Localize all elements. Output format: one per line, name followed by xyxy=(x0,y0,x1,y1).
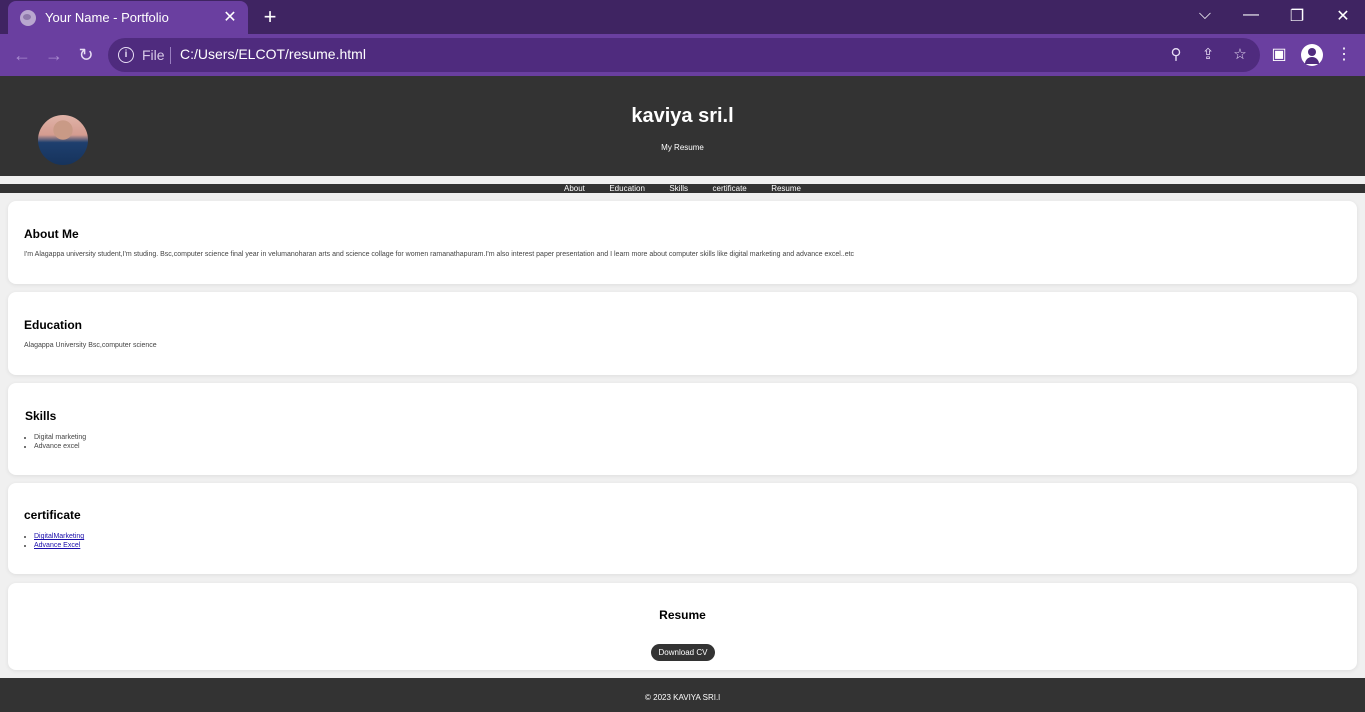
reload-icon[interactable]: ↻ xyxy=(75,44,97,66)
tab-close-icon[interactable]: ✕ xyxy=(222,9,238,26)
education-section: Education Alagappa University Bsc,comput… xyxy=(8,292,1357,375)
side-panel-icon[interactable]: ▣ xyxy=(1269,45,1289,65)
browser-tab[interactable]: Your Name - Portfolio ✕ xyxy=(8,1,248,34)
education-text: Alagappa University Bsc,computer science xyxy=(24,342,157,349)
education-heading: Education xyxy=(24,318,83,332)
download-cv-button[interactable]: Download CV xyxy=(651,644,715,661)
certificate-link-digital-marketing[interactable]: DigitalMarketing xyxy=(34,533,84,540)
list-item: Advance excel xyxy=(34,442,86,451)
minimize-button[interactable]: — xyxy=(1241,6,1261,24)
bookmark-star-icon[interactable]: ☆ xyxy=(1231,46,1249,64)
nav-link-skills[interactable]: Skills xyxy=(669,184,688,193)
tab-search-chevron-icon[interactable]: ⌵ xyxy=(1195,6,1215,24)
nav-link-resume[interactable]: Resume xyxy=(771,184,801,193)
address-bar[interactable]: i File C:/Users/ELCOT/resume.html ⚲ ⇪ ☆ xyxy=(108,38,1260,72)
page-footer: © 2023 KAVIYA SRI.l xyxy=(0,678,1365,712)
profile-avatar-icon[interactable] xyxy=(1301,44,1323,66)
skills-heading: Skills xyxy=(25,409,57,423)
browser-menu-icon[interactable]: ⋮ xyxy=(1334,45,1354,65)
browser-toolbar: ← → ↻ i File C:/Users/ELCOT/resume.html … xyxy=(0,34,1365,76)
share-icon[interactable]: ⇪ xyxy=(1199,46,1217,64)
site-nav: About Education Skills certificate Resum… xyxy=(0,184,1365,193)
back-arrow-icon[interactable]: ← xyxy=(11,44,33,66)
certificate-section: certificate DigitalMarketing Advance Exc… xyxy=(8,483,1357,574)
certificate-link-advance-excel[interactable]: Advance Excel xyxy=(34,542,80,549)
web-page: kaviya sri.l My Resume About Education S… xyxy=(0,76,1365,712)
url-scheme-label: File xyxy=(142,47,165,63)
page-subtitle: My Resume xyxy=(661,143,704,152)
tab-title: Your Name - Portfolio xyxy=(45,10,169,25)
nav-link-certificate[interactable]: certificate xyxy=(713,184,747,193)
zoom-icon[interactable]: ⚲ xyxy=(1167,46,1185,64)
about-text: I'm Alagappa university student,I'm stud… xyxy=(24,251,855,258)
restore-button[interactable]: ❐ xyxy=(1287,6,1307,26)
nav-link-about[interactable]: About xyxy=(564,184,585,193)
new-tab-button[interactable]: + xyxy=(260,6,280,28)
url-text[interactable]: C:/Users/ELCOT/resume.html xyxy=(180,46,366,62)
skills-section: Skills Digital marketing Advance excel xyxy=(8,383,1357,475)
site-info-icon[interactable]: i xyxy=(118,47,134,63)
forward-arrow-icon[interactable]: → xyxy=(43,44,65,66)
page-header: kaviya sri.l My Resume xyxy=(0,76,1365,176)
certificate-heading: certificate xyxy=(24,508,81,522)
address-divider xyxy=(170,47,171,64)
window-close-button[interactable]: ✕ xyxy=(1333,6,1353,26)
browser-tab-strip: Your Name - Portfolio ✕ + ⌵ — ❐ ✕ xyxy=(0,0,1365,34)
list-item: Digital marketing xyxy=(34,433,86,442)
nav-link-education[interactable]: Education xyxy=(609,184,645,193)
resume-section: Resume Download CV xyxy=(8,583,1357,670)
page-title: kaviya sri.l xyxy=(631,105,734,127)
certificate-list: DigitalMarketing Advance Excel xyxy=(34,532,84,550)
list-item: Advance Excel xyxy=(34,541,84,550)
skills-list: Digital marketing Advance excel xyxy=(34,433,86,451)
about-heading: About Me xyxy=(24,227,79,241)
globe-icon xyxy=(20,9,36,26)
about-section: About Me I'm Alagappa university student… xyxy=(8,201,1357,284)
list-item: DigitalMarketing xyxy=(34,532,84,541)
resume-heading: Resume xyxy=(659,608,706,622)
